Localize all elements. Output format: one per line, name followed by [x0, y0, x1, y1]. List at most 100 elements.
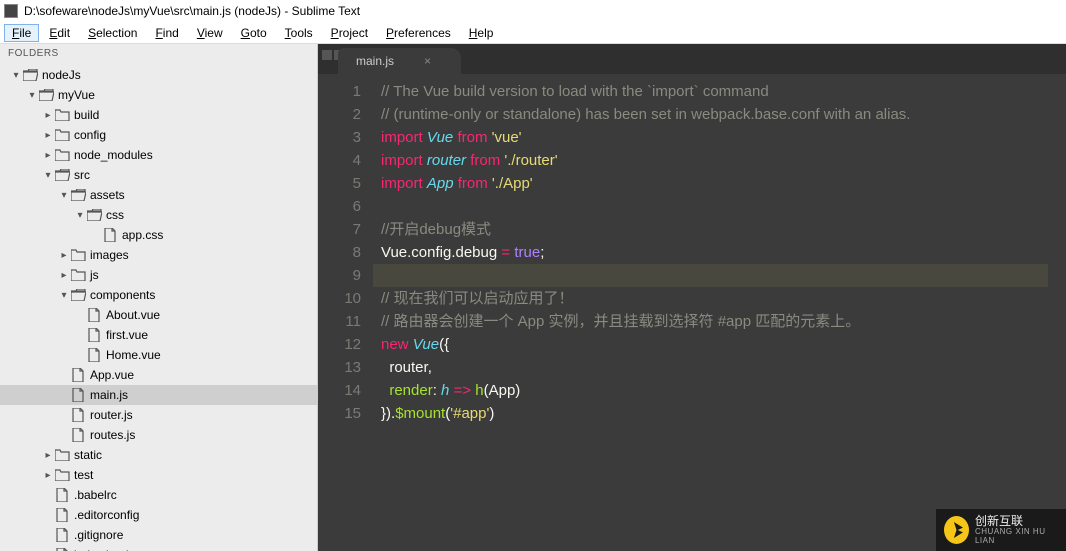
tab-bar: main.js ×: [318, 44, 1066, 74]
disclosure-arrow-icon[interactable]: ▾: [42, 170, 54, 181]
menu-help[interactable]: Help: [461, 24, 502, 42]
folder-icon: [54, 168, 70, 182]
tree-label: node_modules: [74, 148, 153, 162]
window-titlebar: D:\sofeware\nodeJs\myVue\src\main.js (no…: [0, 0, 1066, 22]
watermark-subtext: CHUANG XIN HU LIAN: [975, 528, 1058, 546]
tree-label: App.vue: [90, 368, 134, 382]
file--babelrc[interactable]: .babelrc: [0, 485, 317, 505]
file-Home-vue[interactable]: Home.vue: [0, 345, 317, 365]
folder-assets[interactable]: ▾assets: [0, 185, 317, 205]
disclosure-arrow-icon[interactable]: ▾: [74, 210, 86, 221]
file--gitignore[interactable]: .gitignore: [0, 525, 317, 545]
folder-components[interactable]: ▾components: [0, 285, 317, 305]
close-icon[interactable]: ×: [424, 54, 431, 68]
file-App-vue[interactable]: App.vue: [0, 365, 317, 385]
disclosure-arrow-icon[interactable]: ▾: [10, 70, 22, 81]
menu-find[interactable]: Find: [147, 24, 186, 42]
folder-static[interactable]: ▸ static: [0, 445, 317, 465]
file-router-js[interactable]: router.js: [0, 405, 317, 425]
menu-view[interactable]: View: [189, 24, 231, 42]
menu-preferences[interactable]: Preferences: [378, 24, 459, 42]
file-icon: [70, 408, 86, 422]
disclosure-arrow-icon[interactable]: ▸: [42, 470, 54, 481]
file-icon: [54, 528, 70, 542]
folder-build[interactable]: ▸build: [0, 105, 317, 125]
code-line[interactable]: import App from './App': [381, 172, 1066, 195]
code-area[interactable]: 123456789101112131415 // The Vue build v…: [318, 74, 1066, 551]
folder-node_modules[interactable]: ▸ node_modules: [0, 145, 317, 165]
minimap[interactable]: [1048, 74, 1066, 551]
file--editorconfig[interactable]: .editorconfig: [0, 505, 317, 525]
folder-css[interactable]: ▾css: [0, 205, 317, 225]
tree-label: myVue: [58, 88, 95, 102]
folder-js[interactable]: ▸js: [0, 265, 317, 285]
menu-project[interactable]: Project: [323, 24, 376, 42]
menu-goto[interactable]: Goto: [233, 24, 275, 42]
code-line[interactable]: // 现在我们可以启动应用了！: [381, 287, 1066, 310]
file-routes-js[interactable]: routes.js: [0, 425, 317, 445]
menu-edit[interactable]: Edit: [41, 24, 78, 42]
disclosure-arrow-icon[interactable]: ▸: [42, 110, 54, 121]
app-icon: [4, 4, 18, 18]
folder-icon: [86, 208, 102, 222]
disclosure-arrow-icon[interactable]: ▸: [42, 450, 54, 461]
code-line[interactable]: [373, 264, 1066, 287]
file-icon: [86, 348, 102, 362]
editor-pane: main.js × 123456789101112131415 // The V…: [318, 44, 1066, 551]
tree-label: src: [74, 168, 90, 182]
folder-test[interactable]: ▸test: [0, 465, 317, 485]
disclosure-arrow-icon[interactable]: ▸: [58, 250, 70, 261]
disclosure-arrow-icon[interactable]: ▸: [42, 130, 54, 141]
code-line[interactable]: [381, 195, 1066, 218]
folder-src[interactable]: ▾ src: [0, 165, 317, 185]
file-icon: [102, 228, 118, 242]
folder-tree: ▾nodeJs▾myVue▸build▸config▸node_modules▾…: [0, 63, 317, 551]
folder-icon: [54, 128, 70, 142]
tree-label: first.vue: [106, 328, 148, 342]
disclosure-arrow-icon[interactable]: ▸: [58, 270, 70, 281]
disclosure-arrow-icon[interactable]: ▸: [42, 150, 54, 161]
menu-tools[interactable]: Tools: [277, 24, 321, 42]
code-line[interactable]: }).$mount('#app'): [381, 402, 1066, 425]
file-icon: [86, 308, 102, 322]
folder-icon: [54, 108, 70, 122]
folder-images[interactable]: ▸ images: [0, 245, 317, 265]
folder-config[interactable]: ▸config: [0, 125, 317, 145]
menu-file[interactable]: File: [4, 24, 39, 42]
file-icon: [70, 428, 86, 442]
window-title: D:\sofeware\nodeJs\myVue\src\main.js (no…: [24, 4, 360, 18]
code-line[interactable]: import Vue from 'vue': [381, 126, 1066, 149]
code-line[interactable]: // The Vue build version to load with th…: [381, 80, 1066, 103]
code-line[interactable]: new Vue({: [381, 333, 1066, 356]
disclosure-arrow-icon[interactable]: ▾: [58, 290, 70, 301]
tree-label: images: [90, 248, 129, 262]
file-icon: [54, 508, 70, 522]
tree-label: .babelrc: [74, 488, 117, 502]
code-line[interactable]: //开启debug模式: [381, 218, 1066, 241]
tree-label: .gitignore: [74, 528, 123, 542]
folder-myVue[interactable]: ▾ myVue: [0, 85, 317, 105]
folder-icon: [38, 88, 54, 102]
file-main-js[interactable]: main.js: [0, 385, 317, 405]
file-About-vue[interactable]: About.vue: [0, 305, 317, 325]
code-line[interactable]: render: h => h(App): [381, 379, 1066, 402]
tree-label: .editorconfig: [74, 508, 139, 522]
disclosure-arrow-icon[interactable]: ▾: [26, 90, 38, 101]
file-first-vue[interactable]: first.vue: [0, 325, 317, 345]
file-index-html[interactable]: index.html: [0, 545, 317, 551]
disclosure-arrow-icon[interactable]: ▾: [58, 190, 70, 201]
code-content[interactable]: // The Vue build version to load with th…: [373, 74, 1066, 551]
code-line[interactable]: router,: [381, 356, 1066, 379]
folder-nodeJs[interactable]: ▾nodeJs: [0, 65, 317, 85]
file-app-css[interactable]: app.css: [0, 225, 317, 245]
tree-label: static: [74, 448, 102, 462]
tab-main-js[interactable]: main.js ×: [338, 48, 461, 74]
menu-selection[interactable]: Selection: [80, 24, 145, 42]
sidebar: FOLDERS ▾nodeJs▾myVue▸build▸config▸node_…: [0, 44, 318, 551]
code-line[interactable]: Vue.config.debug = true;: [381, 241, 1066, 264]
tab-left-icon[interactable]: [322, 50, 332, 60]
file-icon: [70, 388, 86, 402]
code-line[interactable]: // (runtime-only or standalone) has been…: [381, 103, 1066, 126]
code-line[interactable]: // 路由器会创建一个 App 实例，并且挂载到选择符 #app 匹配的元素上。: [381, 310, 1066, 333]
code-line[interactable]: import router from './router': [381, 149, 1066, 172]
